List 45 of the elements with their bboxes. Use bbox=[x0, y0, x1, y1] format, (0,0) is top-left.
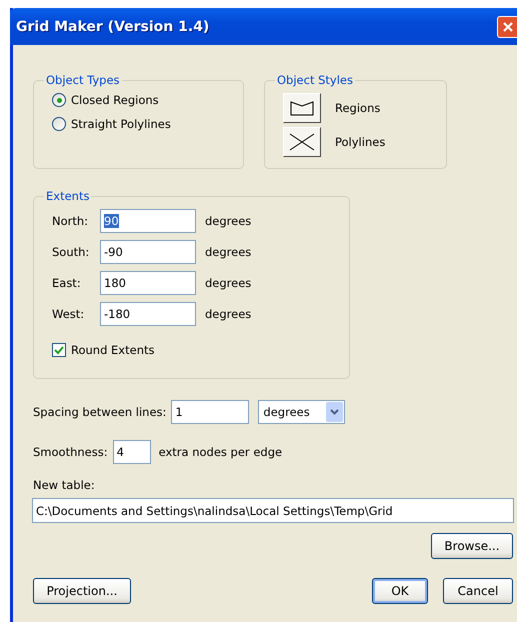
unit-label: degrees bbox=[205, 276, 252, 290]
style-button[interactable] bbox=[283, 93, 321, 123]
field-label: West: bbox=[52, 307, 86, 321]
unit-dropdown[interactable]: degrees bbox=[258, 400, 346, 424]
field-label: South: bbox=[52, 245, 90, 259]
input-field[interactable]: -90 bbox=[100, 240, 196, 264]
checkbox-label: Round Extents bbox=[71, 343, 154, 357]
group-label: Object Styles bbox=[276, 73, 354, 87]
radio-option[interactable]: Straight Polylines bbox=[52, 117, 243, 131]
field-label: Smoothness: bbox=[33, 445, 108, 459]
close-icon bbox=[502, 20, 514, 32]
input-field[interactable]: 90 bbox=[100, 209, 196, 233]
unit-label: degrees bbox=[205, 307, 252, 321]
radio-button[interactable] bbox=[52, 117, 66, 131]
unit-label: degrees bbox=[205, 214, 252, 228]
suffix-label: extra nodes per edge bbox=[158, 445, 282, 459]
group-label: Object Types bbox=[45, 73, 121, 87]
style-label: Regions bbox=[335, 101, 380, 115]
style-label: Polylines bbox=[335, 135, 386, 149]
cross-lines-icon bbox=[289, 133, 315, 151]
style-button[interactable] bbox=[283, 127, 321, 157]
browse-button[interactable]: Browse... bbox=[431, 533, 513, 559]
input-field[interactable]: -180 bbox=[100, 302, 196, 326]
field-label: North: bbox=[52, 214, 90, 228]
field-label: Spacing between lines: bbox=[33, 405, 166, 419]
window-title: Grid Maker (Version 1.4) bbox=[16, 18, 210, 34]
group-label: Extents bbox=[45, 189, 90, 203]
input-field[interactable]: 1 bbox=[171, 400, 250, 424]
input-field[interactable]: C:\Documents and Settings\nalindsa\Local Settings\Temp\Grid bbox=[32, 498, 514, 523]
ok-button[interactable]: OK bbox=[372, 578, 428, 604]
field-label: New table: bbox=[33, 478, 96, 492]
close-button[interactable] bbox=[497, 16, 517, 38]
radio-option[interactable]: Closed Regions bbox=[52, 93, 243, 107]
region-icon bbox=[290, 100, 314, 116]
checkbox[interactable] bbox=[52, 343, 66, 357]
input-field[interactable]: 180 bbox=[100, 271, 196, 295]
field-label: East: bbox=[52, 276, 82, 290]
option-label: Straight Polylines bbox=[71, 117, 171, 131]
radio-button[interactable] bbox=[52, 93, 66, 107]
unit-label: degrees bbox=[205, 245, 252, 259]
option-label: Closed Regions bbox=[71, 93, 159, 107]
projection-button[interactable]: Projection... bbox=[33, 578, 131, 604]
input-field[interactable]: 4 bbox=[112, 440, 151, 464]
checkbox-option[interactable]: Round Extents bbox=[52, 343, 349, 357]
cancel-button[interactable]: Cancel bbox=[443, 578, 513, 604]
